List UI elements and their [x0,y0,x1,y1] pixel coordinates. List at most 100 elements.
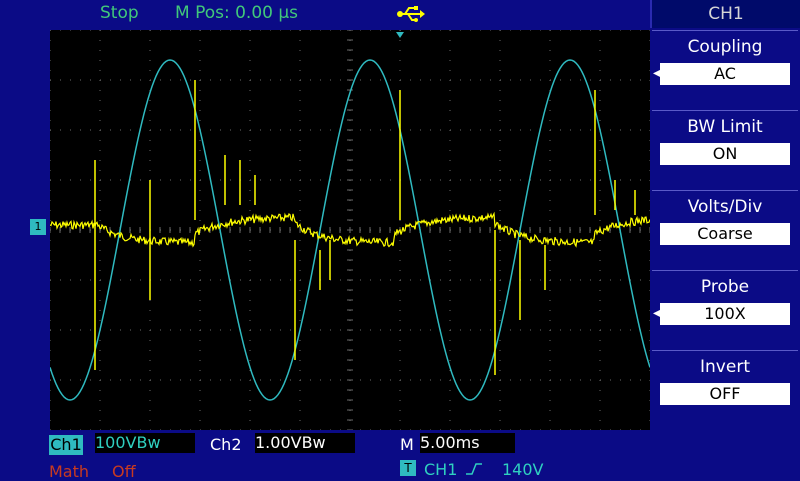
grid-dot [270,329,271,331]
grid-dot [199,270,201,271]
grid-dot [110,329,111,331]
ch1-scale: 100VBw [95,433,195,453]
grid-dot [580,279,581,281]
grid-dot [249,240,251,241]
grid-dot [449,60,451,61]
grid-dot [499,140,501,141]
math-label[interactable]: Math [49,462,89,481]
grid-dot [99,400,101,401]
grid-dot [199,200,201,201]
grid-dot [50,200,51,201]
grid-dot [560,30,561,31]
invert-label: Invert [700,357,750,377]
grid-dot [99,300,101,301]
grid-dot [549,320,551,321]
grid-dot [549,190,551,191]
ch1-badge[interactable]: Ch1 [49,435,83,455]
grid-dot [330,429,331,430]
grid-dot [80,429,81,430]
grid-dot [520,429,521,430]
grid-dot [449,260,451,261]
grid-dot [450,379,451,381]
grid-dot [190,429,191,430]
grid-dot [249,90,251,91]
grid-dot [549,70,551,71]
grid-dot [400,79,401,81]
coupling-value[interactable]: AC [660,63,790,85]
grid-dot [240,279,241,281]
grid-dot [60,129,61,131]
grid-dot [360,429,361,430]
grid-dot [550,279,551,281]
grid-dot [50,170,51,171]
grid-dot [449,300,451,301]
grid-dot [499,370,501,371]
grid-dot [199,240,201,241]
usb-icon [397,6,425,22]
grid-dot [149,150,151,151]
menu-item-bw-limit[interactable]: BW Limit ON [652,110,798,186]
grid-dot [90,279,91,281]
grid-dot [180,379,181,381]
grid-dot [370,30,371,31]
ch1-ground-marker[interactable]: 1 [30,219,46,235]
grid-dot [449,170,451,171]
grid-dot [210,129,211,131]
grid-dot [530,79,531,81]
grid-dot [410,79,411,81]
waveform-display[interactable] [50,30,650,430]
grid-dot [249,150,251,151]
grid-dot [199,150,201,151]
grid-dot [460,329,461,331]
grid-dot [420,30,421,31]
grid-dot [330,379,331,381]
grid-dot [400,279,401,281]
grid-dot [249,100,251,101]
grid-dot [530,429,531,430]
grid-dot [600,279,601,281]
grid-dot [290,30,291,31]
bw-limit-value[interactable]: ON [660,143,790,165]
grid-dot [280,379,281,381]
menu-item-coupling[interactable]: Coupling ◀ AC [652,30,798,106]
grid-dot [600,429,601,430]
grid-dot [50,320,51,321]
grid-dot [299,400,301,401]
grid-dot [149,410,151,411]
grid-dot [499,170,501,171]
menu-item-probe[interactable]: Probe ◀ 100X [652,270,798,346]
ch2-label[interactable]: Ch2 [210,435,242,454]
grid-dot [399,70,401,71]
menu-item-invert[interactable]: Invert OFF [652,350,798,426]
probe-value[interactable]: 100X [660,303,790,325]
grid-dot [360,129,361,131]
grid-dot [640,79,641,81]
grid-dot [199,190,201,191]
grid-dot [549,110,551,111]
grid-dot [250,79,251,81]
grid-dot [599,240,601,241]
grid-dot [390,79,391,81]
grid-dot [50,410,51,411]
menu-item-volts-div[interactable]: Volts/Div Coarse [652,190,798,266]
grid-dot [80,129,81,131]
grid-dot [270,429,271,430]
trigger-source: CH1 [424,460,458,479]
volts-div-value[interactable]: Coarse [660,223,790,245]
grid-dot [320,179,321,181]
grid-dot [299,270,301,271]
grid-dot [340,329,341,331]
grid-dot [130,30,131,31]
grid-dot [300,379,301,381]
grid-dot [499,320,501,321]
invert-value[interactable]: OFF [660,383,790,405]
grid-dot [299,190,301,191]
grid-dot [299,70,301,71]
grid-dot [380,429,381,430]
grid-dot [260,129,261,131]
grid-dot [150,379,151,381]
grid-dot [249,120,251,121]
grid-dot [299,160,301,161]
grid-dot [390,379,391,381]
grid-dot [180,30,181,31]
